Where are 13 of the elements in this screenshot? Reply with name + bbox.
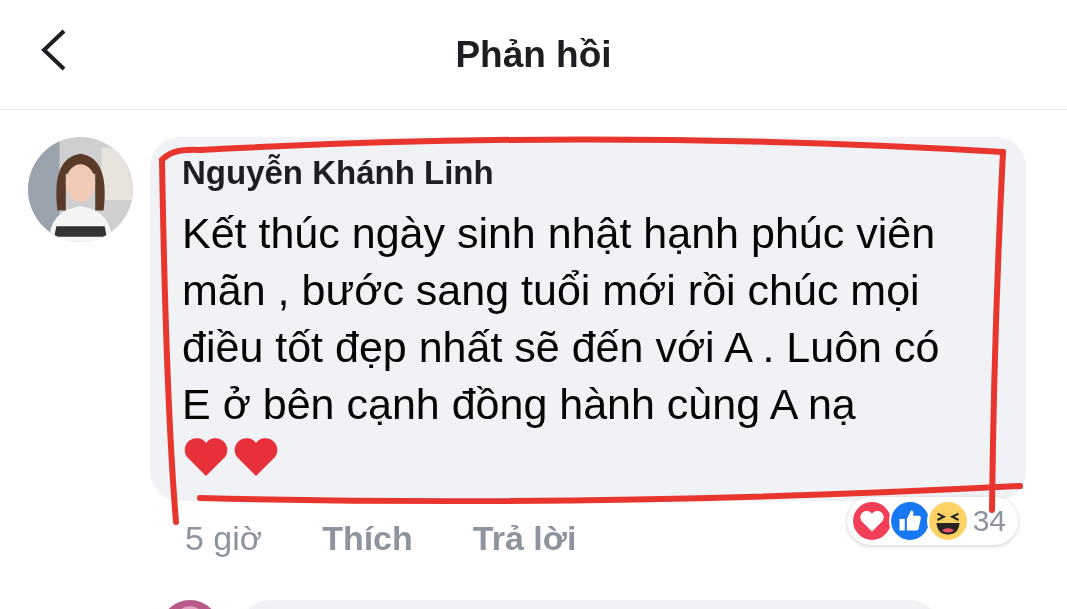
comment-text: Kết thúc ngày sinh nhật hạnh phúc viên mãn , bước sang tuổi mới rồi chúc mọi điều tốt đẹp nhất sẽ đến với A . Luôn có E ở bên cạnh đồng hành cùng A nạ (182, 208, 940, 430)
reply-link[interactable]: Trả lời (472, 519, 577, 558)
comment-time: 5 giờ (185, 519, 263, 558)
page-title: Phản hồi (455, 33, 612, 76)
thumbs-up-reaction-icon (888, 500, 931, 542)
reaction-summary[interactable]: 34 (846, 497, 1018, 545)
author-name[interactable]: Nguyễn Khánh Linh (182, 151, 494, 195)
heart-icon (182, 436, 230, 478)
heart-icon (232, 436, 280, 478)
laughing-reaction-icon (926, 500, 969, 542)
reaction-count: 34 (972, 504, 1006, 538)
heart-reaction-icon (850, 500, 893, 542)
like-link[interactable]: Thích (322, 519, 413, 558)
